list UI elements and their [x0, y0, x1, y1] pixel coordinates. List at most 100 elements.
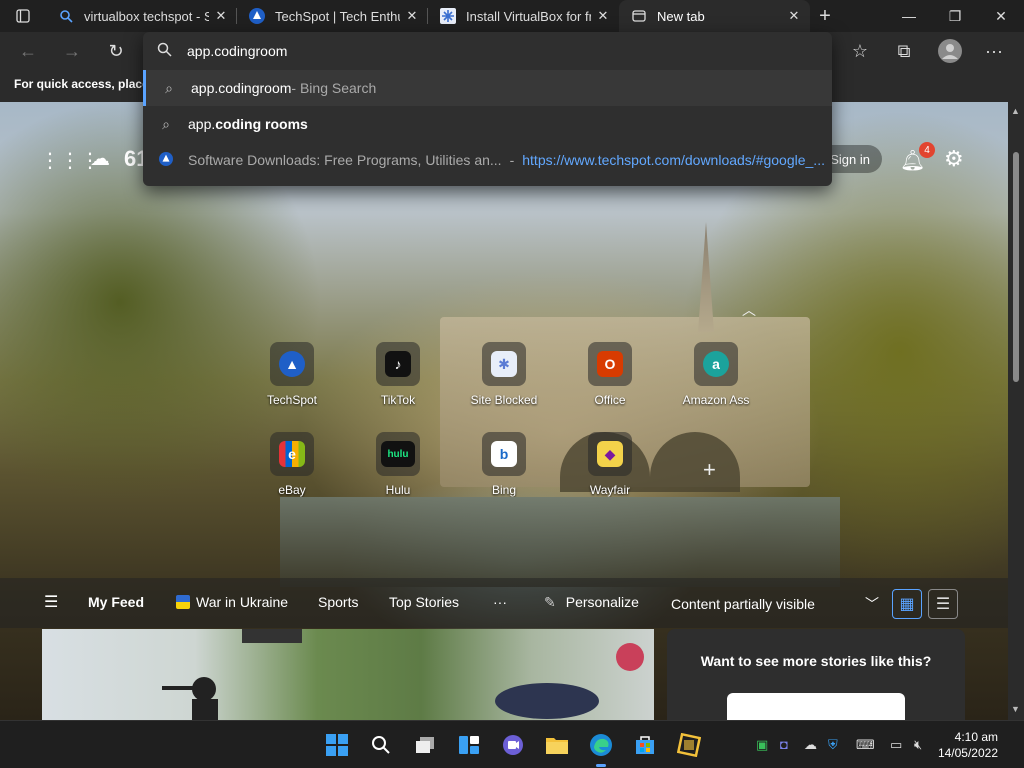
- chat-icon: [503, 735, 523, 755]
- wayfair-icon: ◆: [588, 432, 632, 476]
- quicklink-bing[interactable]: b Bing: [459, 432, 549, 512]
- list-view-button[interactable]: ☰: [928, 589, 958, 619]
- suggestion-bing-search[interactable]: ⌕ app.codingroom - Bing Search: [143, 70, 832, 106]
- taskbar: ▣ ◘ ☁ ⛨ ⌨ ▭ 🔇︎ 4:10 am 14/05/2022: [0, 720, 1024, 768]
- content-visibility-dropdown[interactable]: Content partially visible ﹀: [671, 594, 879, 614]
- personalize-button[interactable]: ✎ Personalize: [544, 594, 639, 611]
- search-icon: [157, 42, 172, 61]
- feed-tab-my-feed[interactable]: My Feed: [88, 594, 144, 610]
- search-button[interactable]: [365, 729, 397, 761]
- page-scrollbar[interactable]: ▲ ▼: [1008, 102, 1024, 720]
- tab-actions-button[interactable]: [0, 0, 46, 32]
- close-icon[interactable]: ✕: [213, 8, 229, 24]
- store-button[interactable]: [629, 729, 661, 761]
- collections-button[interactable]: ⧉: [890, 37, 918, 65]
- profile-button[interactable]: [936, 37, 964, 65]
- stories-prompt-card[interactable]: Want to see more stories like this?: [667, 629, 965, 720]
- news-card-image[interactable]: [42, 629, 654, 720]
- minimize-button[interactable]: —: [886, 0, 932, 32]
- new-tab-button[interactable]: +: [810, 0, 840, 32]
- suggestion-techspot-downloads[interactable]: Software Downloads: Free Programs, Utili…: [143, 142, 832, 178]
- cloud-off-icon[interactable]: ☁: [804, 737, 817, 753]
- tile-glyph: O: [597, 351, 623, 377]
- tray-app-icon[interactable]: ▣: [756, 737, 768, 753]
- suggestion-url: https://www.techspot.com/downloads/#goog…: [522, 152, 825, 168]
- widgets-button[interactable]: [453, 729, 485, 761]
- favorites-button[interactable]: ☆: [846, 37, 874, 65]
- system-clock[interactable]: 4:10 am 14/05/2022: [938, 729, 998, 761]
- file-explorer-button[interactable]: [541, 729, 573, 761]
- security-icon[interactable]: ⛨: [828, 737, 838, 753]
- address-input[interactable]: [187, 40, 787, 62]
- forward-button[interactable]: →: [58, 37, 86, 65]
- task-view-button[interactable]: [409, 729, 441, 761]
- window-close-button[interactable]: ✕: [978, 0, 1024, 32]
- chevron-up-icon[interactable]: ︿: [742, 300, 756, 320]
- teams-icon[interactable]: ◘: [780, 737, 788, 752]
- feed-more-button[interactable]: ···: [493, 594, 507, 610]
- close-icon[interactable]: ✕: [404, 8, 420, 24]
- back-button[interactable]: ←: [14, 37, 42, 65]
- add-quicklink-icon[interactable]: +: [703, 457, 716, 483]
- tab-virtualbox[interactable]: Install VirtualBox for free ✕: [428, 0, 619, 32]
- network-icon[interactable]: ▭: [890, 737, 902, 753]
- ebay-icon: e: [270, 432, 314, 476]
- tile-glyph: b: [491, 441, 517, 467]
- edge-button[interactable]: [585, 729, 617, 767]
- hamburger-menu-icon[interactable]: ☰: [44, 592, 58, 612]
- feed-tab-top-stories[interactable]: Top Stories: [389, 594, 459, 610]
- quicklink-site-blocked[interactable]: ✱ Site Blocked: [459, 342, 549, 422]
- favorites-bar-text: For quick access, place y: [14, 77, 159, 91]
- suggestion-coding-rooms[interactable]: ⌕ app. coding rooms: [143, 106, 832, 142]
- keyboard-icon[interactable]: ⌨: [856, 737, 875, 753]
- tiktok-icon: ♪: [376, 342, 420, 386]
- office-icon: O: [588, 342, 632, 386]
- grid-icon: ▦: [899, 596, 915, 613]
- stories-prompt-title: Want to see more stories like this?: [700, 653, 932, 669]
- suggestion-bold-text: coding rooms: [215, 116, 308, 132]
- quicklink-ebay[interactable]: e eBay: [247, 432, 337, 512]
- gear-icon[interactable]: ⚙: [944, 146, 964, 172]
- start-button[interactable]: [321, 729, 353, 761]
- volume-muted-icon[interactable]: 🔇︎: [914, 737, 922, 753]
- quicklink-office[interactable]: O Office: [565, 342, 655, 422]
- quicklink-wayfair[interactable]: ◆ Wayfair: [565, 432, 655, 512]
- personalize-label: Personalize: [565, 594, 639, 610]
- folder-icon: [546, 738, 568, 754]
- quicklink-techspot[interactable]: ▲ TechSpot: [247, 342, 337, 422]
- tile-glyph: ◆: [597, 441, 623, 467]
- refresh-button[interactable]: ↻: [102, 37, 130, 65]
- close-icon[interactable]: ✕: [786, 8, 802, 24]
- close-icon[interactable]: ✕: [595, 8, 611, 24]
- grid-view-button[interactable]: ▦: [892, 589, 922, 619]
- plus-icon: +: [819, 4, 831, 27]
- scroll-up-icon[interactable]: ▲: [1011, 106, 1020, 116]
- quicklink-hulu[interactable]: hulu Hulu: [353, 432, 443, 512]
- settings-more-button[interactable]: ···: [980, 37, 1008, 65]
- notification-badge: 4: [919, 142, 935, 158]
- refresh-icon: ↻: [108, 40, 124, 61]
- tab-techspot[interactable]: TechSpot | Tech Enthusiasts ✕: [237, 0, 428, 32]
- feed-tab-ukraine[interactable]: War in Ukraine: [176, 594, 288, 610]
- tile-glyph: a: [703, 351, 729, 377]
- cloud-icon[interactable]: ☁: [90, 146, 110, 171]
- tab-newtab[interactable]: New tab ✕: [619, 0, 810, 32]
- feed-tab-sports[interactable]: Sports: [318, 594, 358, 610]
- tile-label: TikTok: [380, 393, 416, 407]
- restore-button[interactable]: ❐: [932, 0, 978, 32]
- snowflake-icon: ✱: [482, 342, 526, 386]
- ukraine-flag-icon: [176, 595, 190, 609]
- virtualbox-button[interactable]: [673, 729, 705, 761]
- hulu-icon: hulu: [376, 432, 420, 476]
- address-bar-dropdown: ⌕ app.codingroom - Bing Search ⌕ app.cod…: [143, 32, 832, 186]
- scroll-thumb[interactable]: [1013, 152, 1019, 382]
- chat-button[interactable]: [497, 729, 529, 761]
- quicklink-amazon[interactable]: a Amazon Ass: [671, 342, 761, 422]
- tab-search[interactable]: virtualbox techspot - Search ✕: [46, 0, 237, 32]
- techspot-icon: [158, 151, 174, 169]
- store-icon: [636, 736, 654, 754]
- task-view-icon: [416, 737, 434, 753]
- quicklink-tiktok[interactable]: ♪ TikTok: [353, 342, 443, 422]
- scroll-down-icon[interactable]: ▼: [1011, 704, 1020, 714]
- stories-prompt-image: [727, 693, 905, 720]
